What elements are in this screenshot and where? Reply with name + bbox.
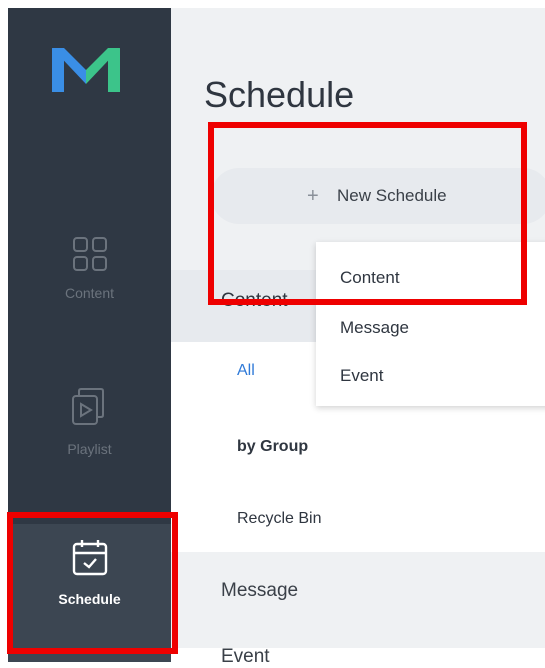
sub-item-recycle-bin[interactable]: Recycle Bin xyxy=(237,510,321,528)
highlight-box-schedule-nav xyxy=(7,512,178,654)
menu-item-event[interactable]: Event xyxy=(340,366,383,386)
message-section[interactable]: Message xyxy=(221,580,298,602)
menu-item-message[interactable]: Message xyxy=(340,318,409,338)
play-layers-icon xyxy=(71,388,104,425)
nav-item-content[interactable]: Content xyxy=(8,236,171,301)
main-panel: Schedule + New Schedule Content All by G… xyxy=(171,8,545,667)
app-logo-icon xyxy=(52,48,120,92)
nav-item-label: Playlist xyxy=(67,441,112,457)
page-title: Schedule xyxy=(204,74,355,115)
sub-item-by-group[interactable]: by Group xyxy=(237,438,308,456)
grid-icon xyxy=(72,237,107,271)
nav-item-playlist[interactable]: Playlist xyxy=(8,386,171,457)
sub-item-all[interactable]: All xyxy=(237,362,255,380)
event-section[interactable]: Event xyxy=(221,646,270,668)
nav-item-label: Content xyxy=(64,285,115,301)
highlight-box-new-schedule xyxy=(208,122,527,305)
